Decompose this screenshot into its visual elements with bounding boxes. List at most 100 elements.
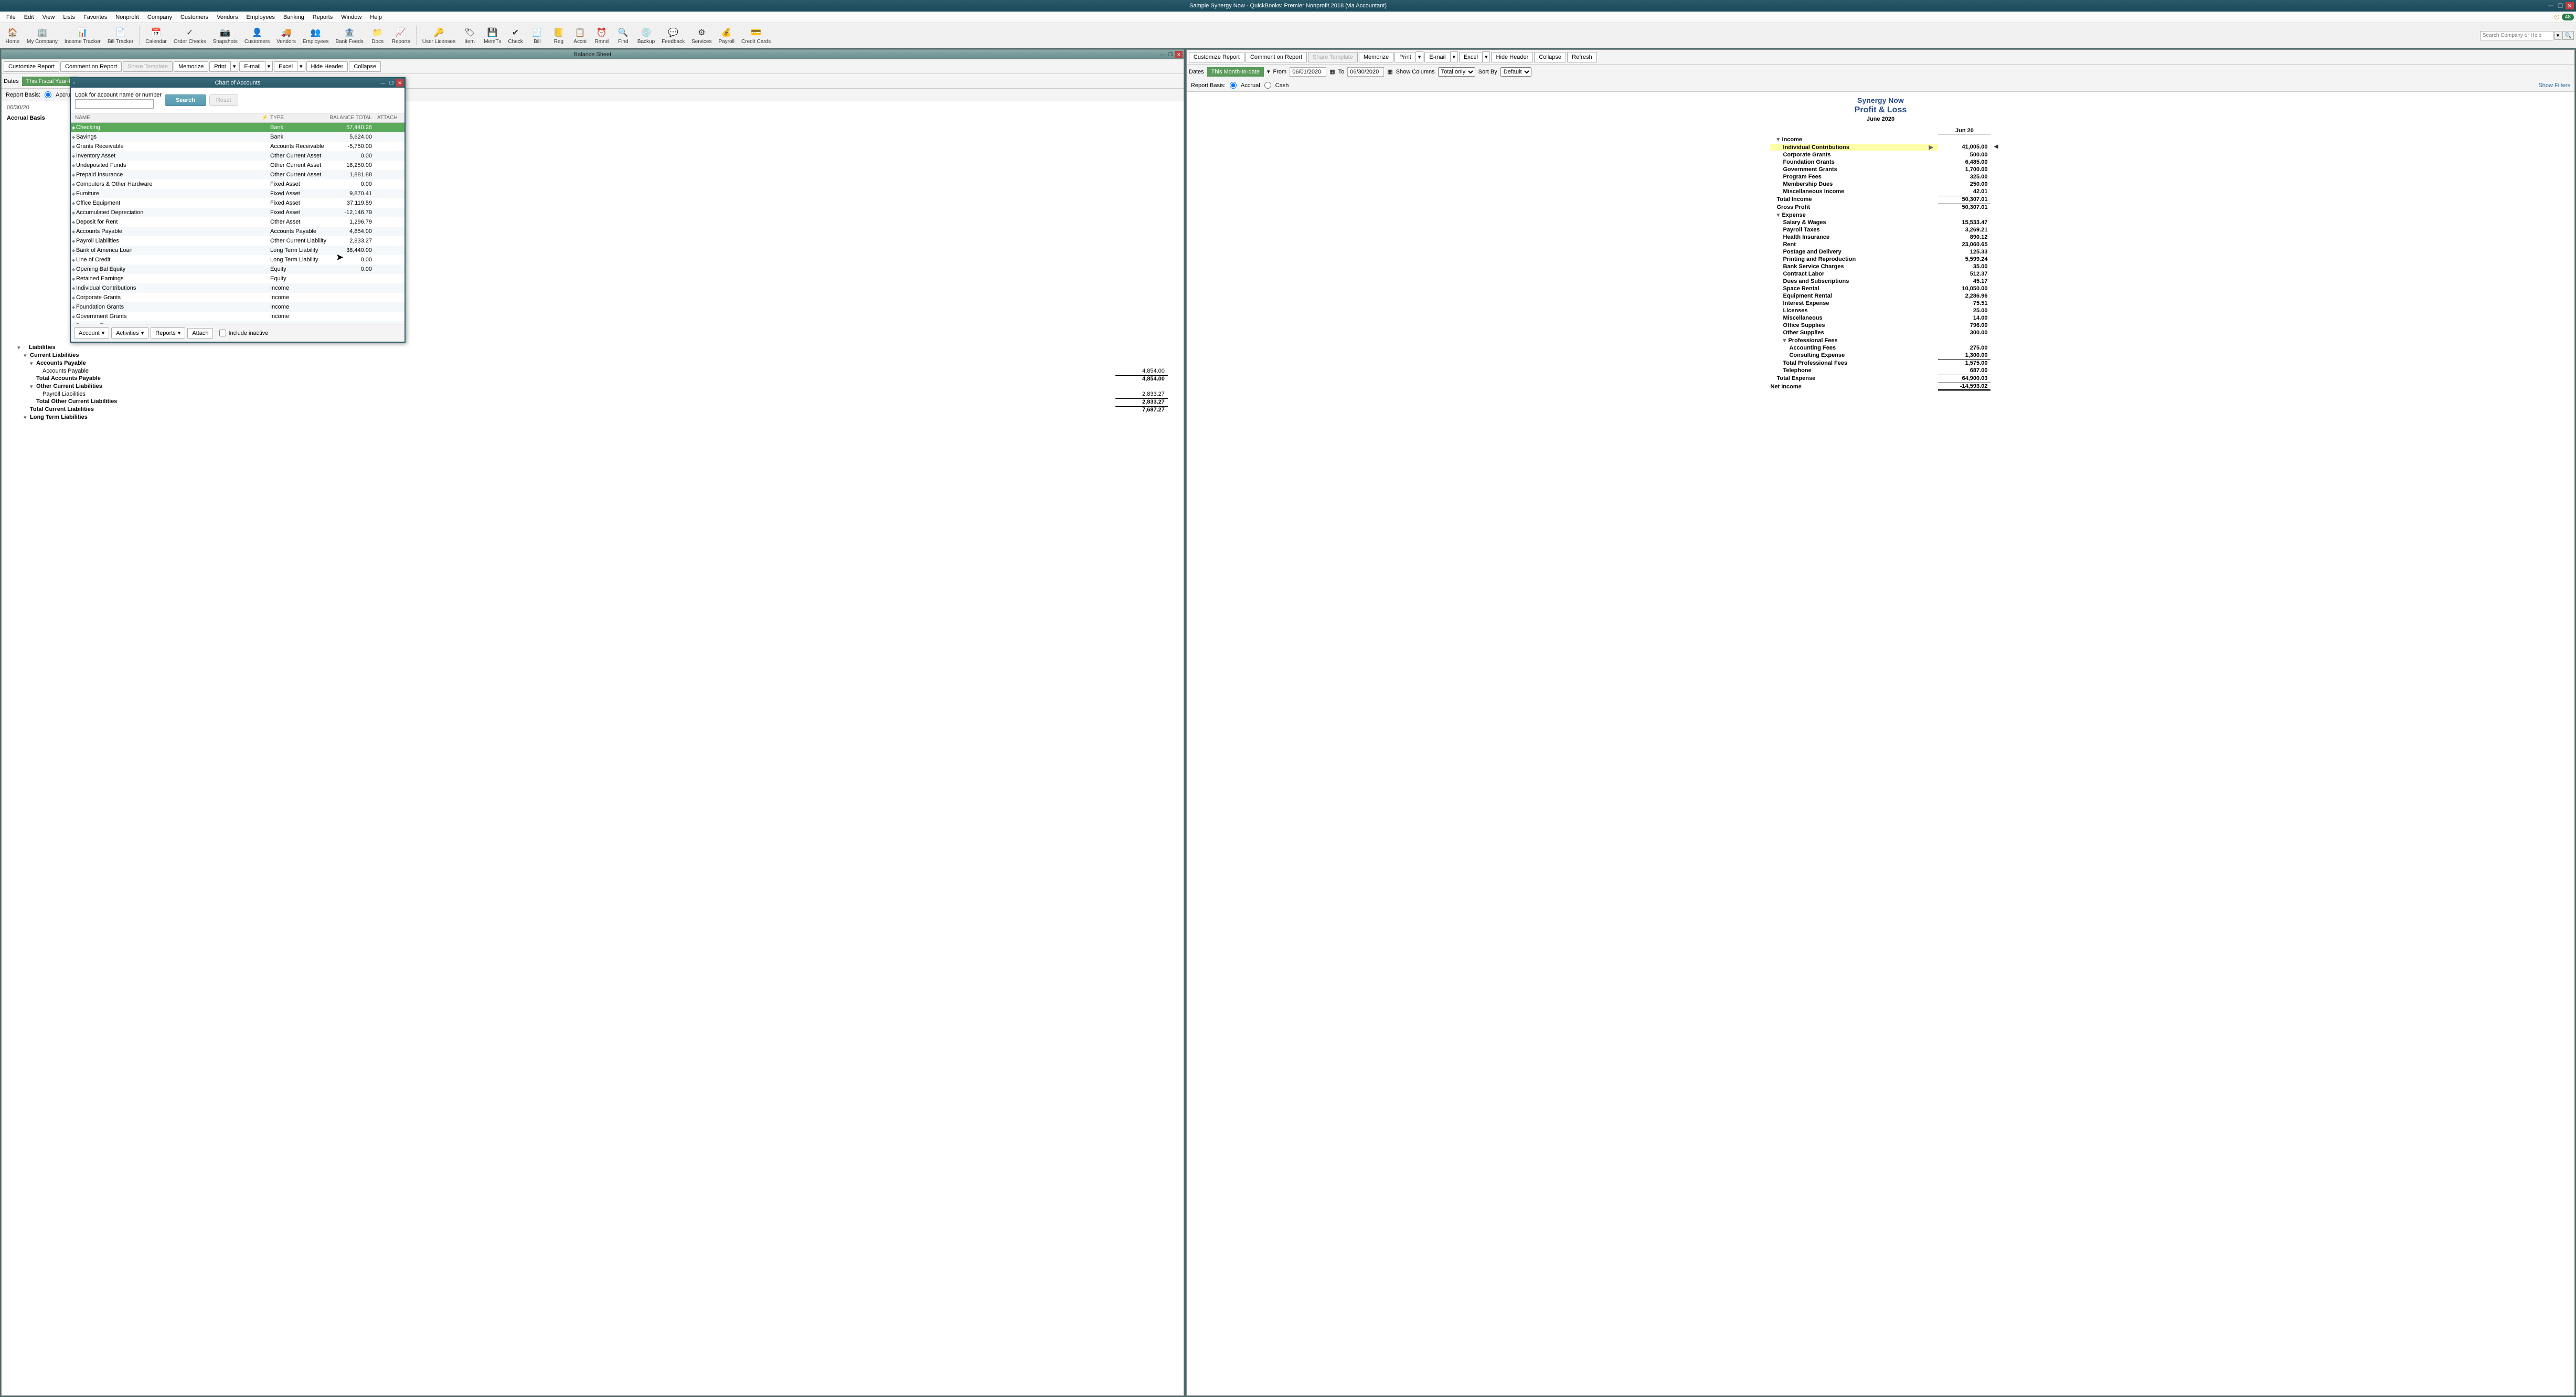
coa-search-input[interactable] (75, 99, 154, 109)
menu-nonprofit[interactable]: Nonprofit (111, 13, 143, 22)
coa-sys-icon[interactable]: ▫ (73, 80, 75, 86)
toolbar-vendors[interactable]: 🚚Vendors (273, 25, 299, 46)
coa-reset-button[interactable]: Reset (209, 94, 238, 106)
pl-row-total-income[interactable]: Total Income50,307.01 (1770, 195, 1990, 203)
pl-row-corporate-grants[interactable]: Corporate Grants500.00 (1770, 151, 1990, 158)
coa-col-balance[interactable]: BALANCE TOTAL (328, 115, 375, 121)
pl-row-licenses[interactable]: Licenses25.00 (1770, 307, 1990, 314)
coa-col-name[interactable]: NAME (71, 115, 260, 121)
coa-row-payroll-liabilities[interactable]: ◆Payroll LiabilitiesOther Current Liabil… (71, 236, 405, 246)
coa-row-accounts-payable[interactable]: ◆Accounts PayableAccounts Payable4,854.0… (71, 227, 405, 236)
bs-toolbar-e-mail-dropdown[interactable]: ▾ (265, 61, 273, 72)
collapse-icon[interactable]: ▾ (1776, 136, 1782, 143)
coa-col-lightning-icon[interactable]: ⚡ (260, 115, 270, 121)
pl-row-miscellaneous-income[interactable]: Miscellaneous Income42.01 (1770, 188, 1990, 195)
pl-toolbar-excel-button[interactable]: Excel (1459, 52, 1483, 62)
bs-ap[interactable]: Accounts Payable (17, 368, 1115, 374)
search-input[interactable] (2480, 31, 2553, 40)
pl-row-rent[interactable]: Rent23,060.65 (1770, 241, 1990, 248)
toolbar-snapshots[interactable]: 📷Snapshots (210, 25, 241, 46)
pl-row-expense[interactable]: ▾Expense (1770, 211, 1990, 219)
pl-row-program-fees[interactable]: Program Fees325.00 (1770, 173, 1990, 181)
menu-lists[interactable]: Lists (59, 13, 79, 22)
pl-accrual-radio[interactable]: Accrual (1230, 82, 1260, 89)
coa-row-savings[interactable]: ◆SavingsBank5,624.00 (71, 132, 405, 142)
coa-row-inventory-asset[interactable]: ◆Inventory AssetOther Current Asset0.00 (71, 151, 405, 161)
pl-toolbar-share-template-button[interactable]: Share Template (1308, 52, 1358, 62)
coa-col-attach[interactable]: ATTACH (375, 115, 401, 121)
toolbar-payroll[interactable]: 💰Payroll (715, 25, 738, 46)
toolbar-reports[interactable]: 📈Reports (389, 25, 413, 46)
bs-toolbar-excel-dropdown[interactable]: ▾ (297, 61, 305, 72)
pl-show-filters-link[interactable]: Show Filters (2538, 82, 2570, 89)
bs-toolbar-collapse-button[interactable]: Collapse (349, 61, 381, 72)
expand-icon[interactable]: ▶ (1929, 144, 1934, 151)
toolbar-check[interactable]: ✔Check (505, 25, 526, 46)
calendar-icon[interactable]: ▦ (1387, 68, 1392, 75)
pl-row-government-grants[interactable]: Government Grants1,700.00 (1770, 166, 1990, 173)
pl-row-income[interactable]: ▾Income (1770, 135, 1990, 143)
pl-row-membership-dues[interactable]: Membership Dues250.00 (1770, 181, 1990, 188)
menu-company[interactable]: Company (143, 13, 176, 22)
pl-row-salary-wages[interactable]: Salary & Wages15,533.47 (1770, 219, 1990, 226)
coa-col-type[interactable]: TYPE (270, 115, 328, 121)
search-icon[interactable]: 🔍 (2562, 31, 2574, 40)
close-button[interactable]: ✕ (2566, 2, 2574, 9)
pl-toolbar-comment-on-report-button[interactable]: Comment on Report (1246, 52, 1307, 62)
coa-account-button[interactable]: Account ▾ (74, 327, 109, 338)
coa-row-computers-other-hardware[interactable]: ◆Computers & Other HardwareFixed Asset0.… (71, 179, 405, 189)
toolbar-customers[interactable]: 👤Customers (241, 25, 273, 46)
toolbar-bank-feeds[interactable]: 🏦Bank Feeds (332, 25, 366, 46)
bs-ocl-header[interactable]: Other Current Liabilities (30, 383, 1168, 390)
coa-close-button[interactable]: ✕ (396, 79, 403, 87)
coa-row-foundation-grants[interactable]: ◆Foundation GrantsIncome (71, 302, 405, 312)
collapse-icon[interactable]: ▾ (1783, 337, 1788, 344)
pl-sort-select[interactable]: Default (1500, 67, 1531, 77)
calendar-icon[interactable]: ▦ (1329, 68, 1335, 75)
menu-customers[interactable]: Customers (176, 13, 212, 22)
toolbar-backup[interactable]: 💿Backup (634, 25, 658, 46)
toolbar-accnt[interactable]: 📋Accnt (570, 25, 591, 46)
pl-row-miscellaneous[interactable]: Miscellaneous14.00 (1770, 314, 1990, 322)
toolbar-reg[interactable]: 📒Reg (548, 25, 569, 46)
bs-ltl[interactable]: Long Term Liabilities (24, 414, 1168, 421)
coa-row-deposit-for-rent[interactable]: ◆Deposit for RentOther Asset1,296.79 (71, 217, 405, 227)
coa-row-line-of-credit[interactable]: ◆Line of CreditLong Term Liability0.00 (71, 255, 405, 264)
pl-show-cols-select[interactable]: Total only (1438, 67, 1475, 77)
bs-toolbar-comment-on-report-button[interactable]: Comment on Report (60, 61, 122, 72)
pl-toolbar-excel-dropdown[interactable]: ▾ (1482, 51, 1491, 62)
menu-file[interactable]: File (2, 13, 20, 22)
maximize-button[interactable]: ❐ (2556, 2, 2564, 9)
toolbar-item[interactable]: 🏷Item (459, 25, 480, 46)
toolbar-memtx[interactable]: 💾MemTx (481, 25, 504, 46)
toolbar-order-checks[interactable]: ✓Order Checks (171, 25, 209, 46)
toolbar-bill-tracker[interactable]: 📄Bill Tracker (104, 25, 136, 46)
pl-row-foundation-grants[interactable]: Foundation Grants6,485.00 (1770, 158, 1990, 166)
menu-reports[interactable]: Reports (308, 13, 337, 22)
pl-row-contract-labor[interactable]: Contract Labor512.37 (1770, 270, 1990, 278)
pl-row-interest-expense[interactable]: Interest Expense75.51 (1770, 300, 1990, 307)
minimize-button[interactable]: — (2547, 2, 2555, 9)
bs-toolbar-customize-report-button[interactable]: Customize Report (4, 61, 59, 72)
bs-minimize-button[interactable]: — (1158, 51, 1166, 58)
pl-row-accounting-fees[interactable]: Accounting Fees275.00 (1770, 344, 1990, 352)
pl-toolbar-refresh-button[interactable]: Refresh (1567, 52, 1597, 62)
menu-edit[interactable]: Edit (20, 13, 38, 22)
coa-row-furniture[interactable]: ◆FurnitureFixed Asset9,870.41 (71, 189, 405, 198)
coa-row-prepaid-insurance[interactable]: ◆Prepaid InsuranceOther Current Asset1,8… (71, 170, 405, 179)
pl-toolbar-e-mail-button[interactable]: E-mail (1424, 52, 1450, 62)
toolbar-income-tracker[interactable]: 📊Income Tracker (61, 25, 104, 46)
toolbar-feedback[interactable]: 💬Feedback (658, 25, 688, 46)
pl-toolbar-memorize-button[interactable]: Memorize (1359, 52, 1393, 62)
pl-toolbar-collapse-button[interactable]: Collapse (1534, 52, 1566, 62)
coa-row-grants-receivable[interactable]: ◆Grants ReceivableAccounts Receivable-5,… (71, 142, 405, 151)
pl-row-gross-profit[interactable]: Gross Profit50,307.01 (1770, 203, 1990, 211)
pl-row-equipment-rental[interactable]: Equipment Rental2,286.96 (1770, 292, 1990, 300)
toolbar-my-company[interactable]: 🏢My Company (24, 25, 61, 46)
menu-view[interactable]: View (38, 13, 59, 22)
pl-row-individual-contributions[interactable]: Individual Contributions▶41,005.00◀ (1770, 143, 1990, 151)
menu-vendors[interactable]: Vendors (212, 13, 242, 22)
bs-payroll-liab[interactable]: Payroll Liabilities (17, 391, 1115, 397)
pl-row-other-supplies[interactable]: Other Supplies300.00 (1770, 329, 1990, 336)
bs-close-button[interactable]: ✕ (1175, 51, 1183, 58)
